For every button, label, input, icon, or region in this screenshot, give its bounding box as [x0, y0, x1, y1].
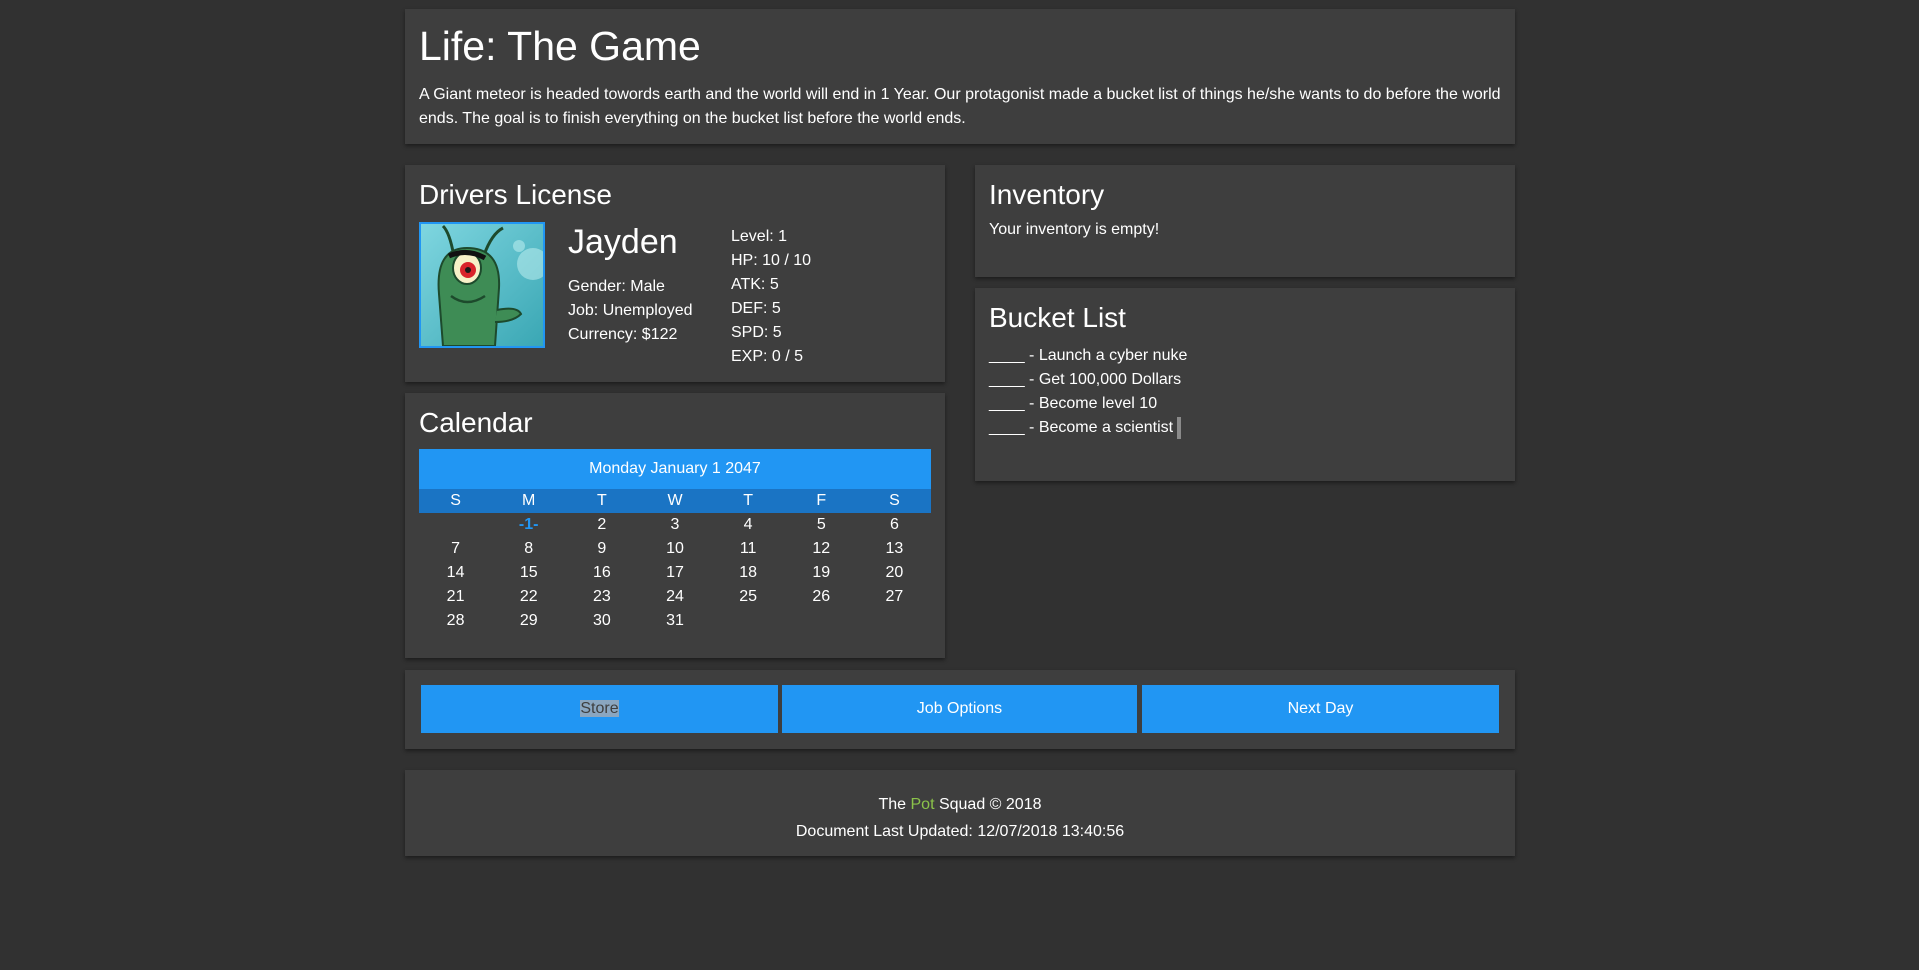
- calendar-day[interactable]: 8: [492, 537, 565, 561]
- bucket-list-title: Bucket List: [989, 302, 1126, 333]
- bucket-list-item-last: ____ - Become a scientist: [989, 416, 1501, 440]
- calendar-card: Calendar Monday January 1 2047 S M T W T F S -…: [405, 393, 945, 658]
- calendar-title: Calendar: [419, 407, 533, 438]
- player-job: Job: Unemployed: [568, 302, 693, 319]
- character-portrait-icon: [437, 224, 543, 346]
- store-button[interactable]: Store: [421, 685, 778, 733]
- bucket-list-card: Bucket List ____ - Launch a cyber nuke _…: [975, 288, 1515, 481]
- player-info: Gender: Male Job: Unemployed Currency: $…: [568, 275, 693, 347]
- inventory-empty-text: Your inventory is empty!: [989, 221, 1160, 238]
- calendar-day[interactable]: 30: [565, 609, 638, 633]
- inventory-card: Inventory Your inventory is empty!: [975, 165, 1515, 277]
- calendar-day[interactable]: 13: [858, 537, 931, 561]
- bucket-list-item-text: ____ - Become a scientist: [989, 419, 1174, 436]
- calendar-day[interactable]: 31: [638, 609, 711, 633]
- calendar-weekday: S: [889, 492, 900, 509]
- calendar-day[interactable]: 27: [858, 585, 931, 609]
- player-currency: Currency: $122: [568, 326, 678, 343]
- calendar-day[interactable]: 22: [492, 585, 565, 609]
- stat-level: Level: 1: [731, 228, 788, 245]
- calendar-weekday: W: [667, 492, 683, 509]
- stat-spd: SPD: 5: [731, 324, 782, 341]
- calendar-empty-cell: [419, 513, 492, 537]
- stat-def: DEF: 5: [731, 300, 781, 317]
- job-options-button[interactable]: Job Options: [782, 685, 1137, 733]
- actions-bar: Store Job Options Next Day: [405, 670, 1515, 749]
- bucket-list-item: ____ - Launch a cyber nuke: [989, 347, 1188, 364]
- avatar: [419, 222, 545, 348]
- footer-prefix: The: [878, 796, 911, 813]
- text-cursor-marker: [1177, 416, 1182, 439]
- calendar-day[interactable]: 24: [638, 585, 711, 609]
- calendar-date-header: Monday January 1 2047: [419, 449, 931, 489]
- calendar-day[interactable]: 10: [638, 537, 711, 561]
- calendar-weekday-row: SMTWTFS: [419, 489, 931, 513]
- stat-hp: HP: 10 / 10: [731, 252, 812, 269]
- calendar-day[interactable]: 3: [638, 513, 711, 537]
- calendar-day[interactable]: 18: [712, 561, 785, 585]
- calendar-day[interactable]: 20: [858, 561, 931, 585]
- footer-copyright: The Pot Squad © 2018: [405, 794, 1515, 816]
- calendar-day[interactable]: 5: [785, 513, 858, 537]
- calendar-weekday: F: [816, 492, 827, 509]
- calendar-weekday: T: [743, 492, 754, 509]
- footer-brand: Pot: [910, 796, 935, 813]
- calendar-day[interactable]: 16: [565, 561, 638, 585]
- game-description: A Giant meteor is headed towords earth a…: [419, 86, 1501, 127]
- calendar-day[interactable]: 19: [785, 561, 858, 585]
- bucket-list-item: ____ - Get 100,000 Dollars: [989, 371, 1182, 388]
- calendar-weekday: M: [522, 492, 536, 509]
- calendar-day[interactable]: 4: [712, 513, 785, 537]
- store-button-label: Store: [580, 700, 619, 717]
- bucket-list-item: ____ - Become level 10: [989, 395, 1158, 412]
- footer: The Pot Squad © 2018 Document Last Updat…: [405, 770, 1515, 856]
- calendar-day[interactable]: 25: [712, 585, 785, 609]
- player-stats: Level: 1 HP: 10 / 10 ATK: 5 DEF: 5 SPD: …: [731, 225, 811, 369]
- calendar-day[interactable]: 15: [492, 561, 565, 585]
- inventory-title: Inventory: [989, 179, 1105, 210]
- calendar-day[interactable]: 29: [492, 609, 565, 633]
- calendar-day[interactable]: 2: [565, 513, 638, 537]
- page-title: Life: The Game: [419, 23, 701, 69]
- calendar-day[interactable]: 21: [419, 585, 492, 609]
- calendar-day[interactable]: 11: [712, 537, 785, 561]
- calendar-day-grid: -1- 2 3 4 5 6 7 8 9 10 11 12 13 14 15 16 17 18 19 20 21 22 23 2…: [419, 513, 931, 633]
- header-card: Life: The Game A Giant meteor is headed …: [405, 9, 1515, 144]
- stat-atk: ATK: 5: [731, 276, 779, 293]
- player-gender: Gender: Male: [568, 278, 665, 295]
- stat-exp: EXP: 0 / 5: [731, 348, 804, 365]
- calendar-weekday: S: [450, 492, 461, 509]
- footer-suffix: Squad © 2018: [934, 796, 1042, 813]
- drivers-license-card: Drivers License Jayden Gender: Male Job:…: [405, 165, 945, 382]
- calendar-day[interactable]: 9: [565, 537, 638, 561]
- calendar-day[interactable]: 7: [419, 537, 492, 561]
- calendar-day[interactable]: 23: [565, 585, 638, 609]
- player-name: Jayden: [568, 223, 678, 261]
- next-day-button[interactable]: Next Day: [1142, 685, 1499, 733]
- calendar-day[interactable]: 14: [419, 561, 492, 585]
- calendar-day[interactable]: 12: [785, 537, 858, 561]
- calendar-day[interactable]: 26: [785, 585, 858, 609]
- bucket-list: ____ - Launch a cyber nuke ____ - Get 10…: [989, 344, 1501, 440]
- license-title: Drivers License: [419, 179, 612, 210]
- calendar-day[interactable]: 6: [858, 513, 931, 537]
- footer-last-updated: Document Last Updated: 12/07/2018 13:40:…: [795, 823, 1125, 840]
- calendar-day[interactable]: 28: [419, 609, 492, 633]
- calendar-day[interactable]: -1-: [492, 513, 565, 537]
- calendar-widget: Monday January 1 2047 SMTWTFS -1- 2 3 4 5 6 7 8…: [419, 449, 931, 633]
- calendar-day[interactable]: 17: [638, 561, 711, 585]
- calendar-weekday: T: [596, 492, 607, 509]
